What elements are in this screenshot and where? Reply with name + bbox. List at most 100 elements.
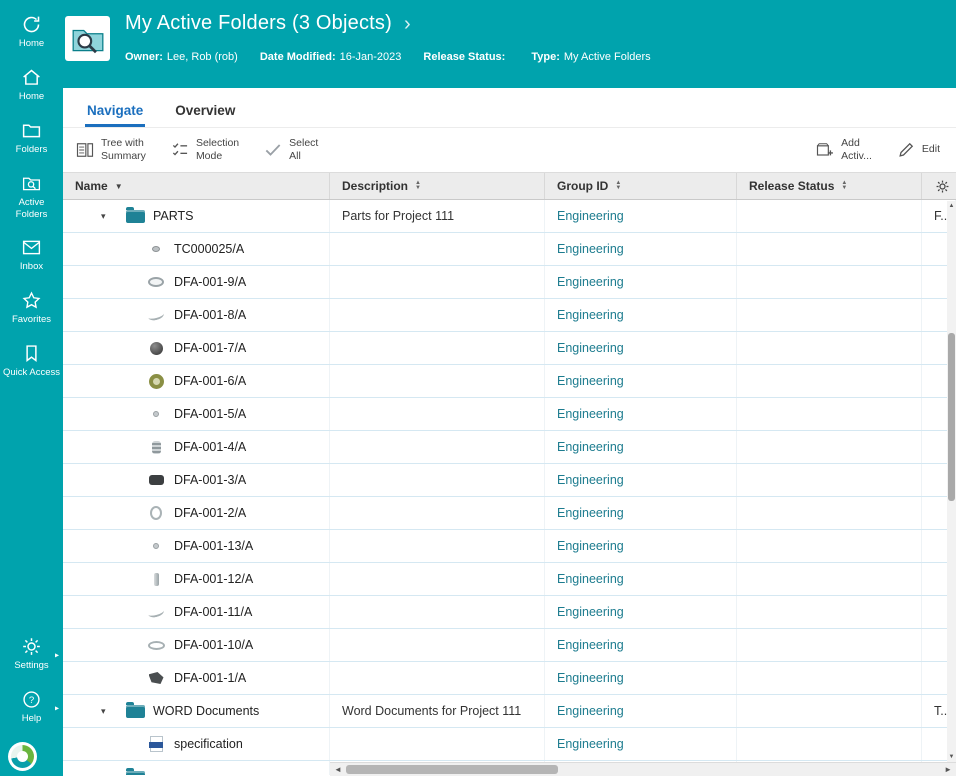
- sidebar: Home Home Folders Active Folders Inbox Favori…: [0, 0, 63, 776]
- sidebar-item-label: Settings: [14, 660, 49, 672]
- column-header-label: Description: [342, 179, 409, 193]
- scroll-up-icon[interactable]: ▲: [947, 203, 956, 209]
- sidebar-item-help[interactable]: ? Help ▸: [0, 681, 63, 734]
- breadcrumb-chevron-icon[interactable]: ›: [404, 14, 411, 34]
- sidebar-item-label: Quick Access: [2, 367, 61, 379]
- row-group-cell: Engineering: [545, 266, 737, 298]
- star-icon: [21, 290, 42, 311]
- vertical-scroll-thumb[interactable]: [948, 333, 955, 501]
- row-name-cell: DFA-001-12/A: [63, 563, 330, 595]
- sidebar-item-quick-access-6[interactable]: Quick Access: [0, 335, 63, 388]
- sidebar-item-home-0[interactable]: Home: [0, 6, 63, 59]
- row-name-cell: ▾ PARTS: [63, 200, 330, 232]
- row-name-cell: DFA-001-6/A: [63, 365, 330, 397]
- table-row[interactable]: DFA-001-9/A Engineering: [63, 266, 956, 299]
- row-release-status-cell: [737, 332, 922, 364]
- main-content: Navigate Overview Tree with Summary Select…: [63, 88, 956, 776]
- row-release-status-cell: [737, 266, 922, 298]
- header-meta-release-status: Release Status:: [423, 51, 509, 63]
- row-name-cell: DFA-001-2/A: [63, 497, 330, 529]
- edit-pencil-icon: [896, 140, 916, 160]
- scroll-right-icon[interactable]: ►: [944, 765, 952, 775]
- row-release-status-cell: [737, 497, 922, 529]
- table-body: ▾ PARTS Parts for Project 111 Engineering F.…: [63, 200, 956, 775]
- row-release-status-cell: [737, 662, 922, 694]
- table-row[interactable]: TC000025/A Engineering: [63, 233, 956, 266]
- toolbar-button-label: Add Activ...: [841, 136, 872, 162]
- row-release-status-cell: [737, 233, 922, 265]
- scroll-left-icon[interactable]: ◄: [334, 765, 342, 775]
- column-header-name[interactable]: Name ▼: [63, 173, 330, 199]
- table-row[interactable]: DFA-001-4/A Engineering: [63, 431, 956, 464]
- table-row[interactable]: DFA-001-11/A Engineering: [63, 596, 956, 629]
- filter-caret-icon: ▼: [114, 181, 123, 191]
- table-row[interactable]: DFA-001-6/A Engineering: [63, 365, 956, 398]
- table-row[interactable]: DFA-001-5/A Engineering: [63, 398, 956, 431]
- vertical-scrollbar[interactable]: ▲ ▼: [947, 201, 956, 762]
- row-release-status-cell: [737, 596, 922, 628]
- table-row[interactable]: specification Engineering: [63, 728, 956, 761]
- active-folders-icon: [21, 173, 42, 194]
- table-row[interactable]: DFA-001-3/A Engineering: [63, 464, 956, 497]
- toolbar: Tree with Summary Selection Mode Select Al…: [63, 128, 956, 173]
- column-settings-gear-icon[interactable]: [922, 173, 956, 199]
- svg-text:?: ?: [29, 695, 34, 706]
- tree-expand-caret-icon[interactable]: ▾: [101, 211, 117, 222]
- sidebar-item-active-folders-3[interactable]: Active Folders: [0, 165, 63, 230]
- home-refresh-icon: [21, 14, 42, 35]
- selection-mode-button[interactable]: Selection Mode: [170, 137, 239, 163]
- row-release-status-cell: [737, 530, 922, 562]
- sidebar-item-home-1[interactable]: Home: [0, 59, 63, 112]
- sidebar-item-settings[interactable]: Settings ▸: [0, 628, 63, 681]
- scroll-down-icon[interactable]: ▼: [947, 754, 956, 760]
- sidebar-item-folders-2[interactable]: Folders: [0, 112, 63, 165]
- bookmark-icon: [21, 343, 42, 364]
- table-row[interactable]: DFA-001-2/A Engineering: [63, 497, 956, 530]
- sidebar-item-inbox-4[interactable]: Inbox: [0, 229, 63, 282]
- horizontal-scroll-thumb[interactable]: [346, 765, 558, 774]
- column-header-description[interactable]: Description ▲ ▼: [330, 173, 545, 199]
- table-row[interactable]: DFA-001-12/A Engineering: [63, 563, 956, 596]
- tab-navigate[interactable]: Navigate: [85, 103, 146, 127]
- tree-expand-caret-icon[interactable]: ▾: [101, 772, 117, 776]
- app-root: My Active Folders (3 Objects) › Owner: Le…: [0, 0, 956, 776]
- select-all-icon: [263, 140, 283, 160]
- row-name-label: DFA-001-8/A: [174, 308, 247, 322]
- table-row[interactable]: DFA-001-10/A Engineering: [63, 629, 956, 662]
- tree-with-summary-button[interactable]: Tree with Summary: [75, 137, 146, 163]
- column-header-release-status[interactable]: Release Status ▲ ▼: [737, 173, 922, 199]
- row-description-cell: [330, 563, 545, 595]
- folder-icon: [124, 700, 146, 722]
- edit-button[interactable]: Edit: [896, 140, 940, 160]
- row-release-status-cell: [737, 398, 922, 430]
- row-description-cell: [330, 662, 545, 694]
- row-description-cell: [330, 530, 545, 562]
- row-name-cell: specification: [63, 728, 330, 760]
- sidebar-bottom: Settings ▸? Help ▸: [0, 628, 63, 734]
- horizontal-scrollbar[interactable]: ◄ ►: [330, 762, 956, 776]
- tab-overview[interactable]: Overview: [173, 103, 237, 127]
- toolbar-button-label: Select All: [289, 136, 319, 162]
- table-row[interactable]: DFA-001-1/A Engineering: [63, 662, 956, 695]
- sidebar-item-favorites-5[interactable]: Favorites: [0, 282, 63, 335]
- sidebar-item-label: Home: [18, 90, 45, 102]
- row-name-label: DFA-001-9/A: [174, 275, 247, 289]
- brand-logo: [8, 742, 37, 771]
- table-row[interactable]: ▾ PARTS Parts for Project 111 Engineering F.…: [63, 200, 956, 233]
- column-header-group-id[interactable]: Group ID ▲ ▼: [545, 173, 737, 199]
- table-row[interactable]: ▾ WORD Documents Word Documents for Projec…: [63, 695, 956, 728]
- add-activity-icon: [815, 140, 835, 160]
- row-name-label: WORD Documents: [153, 704, 260, 718]
- page-header: My Active Folders (3 Objects) › Owner: Le…: [63, 0, 956, 88]
- table-row[interactable]: DFA-001-8/A Engineering: [63, 299, 956, 332]
- table-row[interactable]: DFA-001-7/A Engineering: [63, 332, 956, 365]
- add-activ-button[interactable]: Add Activ...: [815, 137, 872, 163]
- selection-mode-icon: [170, 140, 190, 160]
- tree-expand-caret-icon[interactable]: ▾: [101, 706, 117, 717]
- table-row[interactable]: DFA-001-13/A Engineering: [63, 530, 956, 563]
- toolbar-button-label: Edit: [921, 143, 940, 156]
- row-group-cell: Engineering: [545, 431, 737, 463]
- select-all-button[interactable]: Select All: [263, 137, 318, 163]
- row-group-cell: Engineering: [545, 299, 737, 331]
- sidebar-item-label: Inbox: [19, 261, 44, 273]
